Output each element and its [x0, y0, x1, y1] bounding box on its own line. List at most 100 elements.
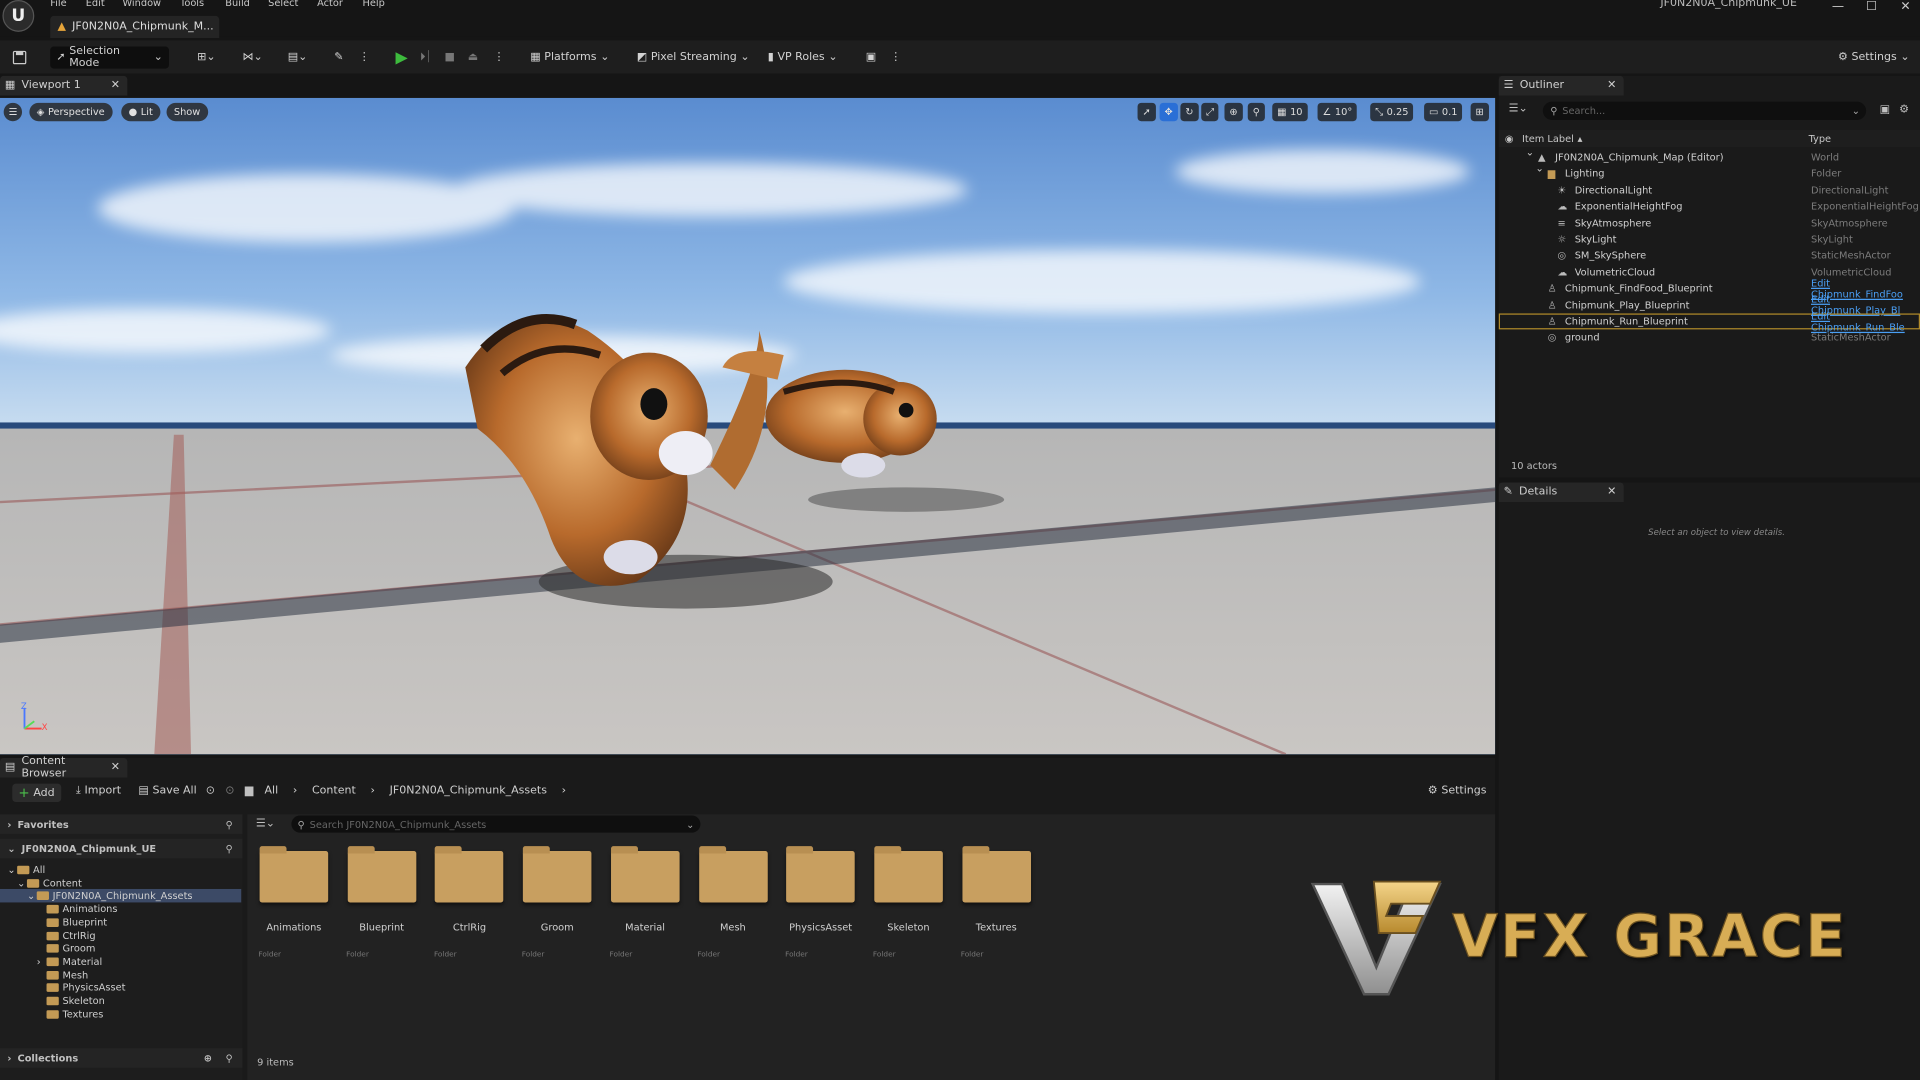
level-document-tab[interactable]: ▲ JF0N2N0A_Chipmunk_M...: [50, 15, 220, 38]
show-button[interactable]: Show: [166, 102, 208, 122]
outliner-filter-button[interactable]: ☰⌄: [1509, 103, 1528, 115]
perspective-button[interactable]: ◈ Perspective: [29, 102, 113, 122]
close-icon[interactable]: ✕: [1607, 80, 1616, 92]
close-icon[interactable]: ✕: [1607, 486, 1616, 498]
menu-edit[interactable]: Edit: [86, 0, 105, 9]
remote-icon[interactable]: ▣: [860, 47, 883, 69]
collections-section[interactable]: › Collections ⊕ ⚲: [0, 1048, 243, 1068]
folder-tile[interactable]: Groom Folder: [522, 846, 593, 959]
outliner-row[interactable]: ⌄ ▆ Lighting Folder: [1499, 163, 1920, 182]
folder-tree-item[interactable]: Blueprint: [0, 916, 241, 929]
folder-tree-item[interactable]: Groom: [0, 942, 241, 955]
minimize-icon[interactable]: —: [1832, 0, 1844, 13]
chevron-down-icon[interactable]: ⌄: [27, 891, 37, 902]
select-tool-icon[interactable]: ➚: [1137, 102, 1156, 122]
platforms-button[interactable]: ▦ Platforms ⌄: [524, 47, 615, 69]
folder-tree-item[interactable]: Mesh: [0, 968, 241, 981]
more-options-icon[interactable]: ⋮: [353, 47, 376, 69]
close-window-icon[interactable]: ✕: [1900, 0, 1910, 13]
folder-tree-item[interactable]: ⌄ Content: [0, 876, 241, 889]
folder-tree-item[interactable]: › Material: [0, 955, 241, 968]
folder-tile[interactable]: Blueprint Folder: [346, 846, 417, 959]
breadcrumb-assets[interactable]: JF0N2N0A_Chipmunk_Assets: [390, 785, 547, 797]
project-section[interactable]: ⌄ JF0N2N0A_Chipmunk_UE ⚲: [0, 838, 243, 859]
import-button[interactable]: ⤓ Import: [76, 785, 121, 797]
folder-tile[interactable]: Mesh Folder: [697, 846, 768, 959]
chevron-right-icon[interactable]: ›: [37, 956, 47, 967]
more-toolbar-icon[interactable]: ⋮: [884, 47, 907, 69]
history-forward-icon[interactable]: ⊙: [225, 785, 234, 797]
grid-snap-button[interactable]: ▦ 10: [1272, 102, 1308, 122]
maximize-icon[interactable]: ☐: [1866, 0, 1877, 13]
close-icon[interactable]: ✕: [111, 80, 120, 92]
chevron-down-icon[interactable]: ⌄: [1536, 163, 1544, 174]
scale-tool-icon[interactable]: ⤢: [1201, 102, 1219, 122]
outliner-row[interactable]: ☁ ExponentialHeightFog ExponentialHeightFo…: [1499, 199, 1920, 215]
translate-tool-icon[interactable]: ✥: [1159, 102, 1178, 122]
favorites-section[interactable]: › Favorites ⚲: [0, 814, 243, 834]
folder-tree-item[interactable]: ⌄ All: [0, 863, 241, 876]
cinematics-button[interactable]: ▤⌄: [282, 47, 314, 69]
search-icon[interactable]: ⚲: [225, 843, 232, 854]
add-collection-icon[interactable]: ⊕: [204, 1052, 212, 1063]
menu-window[interactable]: Window: [122, 0, 161, 9]
folder-tile[interactable]: Material Folder: [610, 846, 681, 959]
menu-help[interactable]: Help: [362, 0, 384, 9]
folder-tree-item[interactable]: Animations: [0, 903, 241, 916]
chevron-down-icon[interactable]: ⌄: [1526, 147, 1534, 158]
blueprint-button[interactable]: ⋈⌄: [236, 47, 269, 69]
menu-tools[interactable]: Tools: [180, 0, 204, 9]
play-options-icon[interactable]: ⋮: [487, 47, 510, 69]
chevron-down-icon[interactable]: ⌄: [17, 878, 27, 889]
lit-button[interactable]: ● Lit: [121, 102, 161, 122]
folder-tree-item[interactable]: Textures: [0, 1007, 241, 1020]
folder-tile[interactable]: Animations Folder: [258, 846, 329, 959]
outliner-row[interactable]: ♙ Chipmunk_Run_Blueprint Edit Chipmunk_Run…: [1498, 310, 1920, 332]
folder-tile[interactable]: PhysicsAsset Folder: [785, 846, 856, 959]
surface-snap-icon[interactable]: ⚲: [1247, 102, 1265, 122]
search-icon[interactable]: ⚲: [225, 1052, 232, 1063]
scale-snap-button[interactable]: ⤡ 0.25: [1370, 102, 1414, 122]
chevron-down-icon[interactable]: ⌄: [7, 864, 17, 875]
save-all-button[interactable]: ▤ Save All: [138, 785, 196, 797]
breadcrumb-all[interactable]: All: [264, 785, 278, 797]
menu-file[interactable]: File: [50, 0, 66, 9]
folder-tree-item[interactable]: Skeleton: [0, 994, 241, 1007]
modeling-button[interactable]: ✎: [328, 47, 349, 69]
content-browser-tab[interactable]: ▤ Content Browser ✕: [0, 756, 128, 780]
item-label-column[interactable]: Item Label: [1522, 133, 1574, 144]
rotation-snap-button[interactable]: ∠ 10°: [1317, 102, 1358, 122]
viewport-layout-icon[interactable]: ⊞: [1470, 102, 1489, 122]
folder-tile[interactable]: Skeleton Folder: [873, 846, 944, 959]
filter-icon[interactable]: ☰⌄: [256, 818, 275, 830]
gear-icon[interactable]: ⚙: [1899, 104, 1909, 116]
outliner-tab[interactable]: ☰ Outliner ✕: [1498, 75, 1624, 96]
visibility-icon[interactable]: ◉: [1505, 133, 1514, 144]
add-actor-button[interactable]: ⊞⌄: [191, 47, 222, 69]
selection-mode-button[interactable]: ➚ Selection Mode ⌄: [50, 45, 169, 70]
stop-button[interactable]: ■: [438, 47, 461, 69]
folder-tile[interactable]: CtrlRig Folder: [434, 846, 505, 959]
outliner-row[interactable]: ⌄ ▲ JF0N2N0A_Chipmunk_Map (Editor) World: [1499, 147, 1920, 165]
outliner-search-input[interactable]: ⚲ Search... ⌄: [1542, 101, 1867, 121]
content-settings-button[interactable]: ⚙ Settings: [1428, 785, 1487, 797]
close-icon[interactable]: ✕: [111, 762, 120, 774]
world-space-icon[interactable]: ⊕: [1224, 102, 1243, 122]
menu-actor[interactable]: Actor: [317, 0, 343, 9]
eject-button[interactable]: ⏏: [462, 47, 485, 69]
details-tab[interactable]: ✎ Details ✕: [1498, 482, 1624, 503]
step-button[interactable]: ⏵⏐: [414, 47, 438, 69]
search-icon[interactable]: ⚲: [225, 819, 232, 830]
add-button[interactable]: + Add: [12, 783, 61, 803]
vp-roles-button[interactable]: ▮ VP Roles ⌄: [762, 47, 844, 69]
save-icon[interactable]: [6, 47, 33, 69]
type-column[interactable]: Type: [1809, 133, 1832, 144]
settings-button[interactable]: ⚙ Settings ⌄: [1832, 47, 1916, 69]
folder-tile[interactable]: Textures Folder: [961, 846, 1032, 959]
history-back-icon[interactable]: ⊙: [206, 785, 215, 797]
outliner-row[interactable]: ☀ DirectionalLight DirectionalLight: [1499, 182, 1920, 198]
breadcrumb-content[interactable]: Content: [312, 785, 356, 797]
menu-build[interactable]: Build: [225, 0, 250, 9]
menu-select[interactable]: Select: [268, 0, 298, 9]
level-viewport[interactable]: Z X ☰ ◈ Perspective ● Lit Show ➚ ✥ ↻ ⤢ ⊕…: [0, 97, 1496, 755]
